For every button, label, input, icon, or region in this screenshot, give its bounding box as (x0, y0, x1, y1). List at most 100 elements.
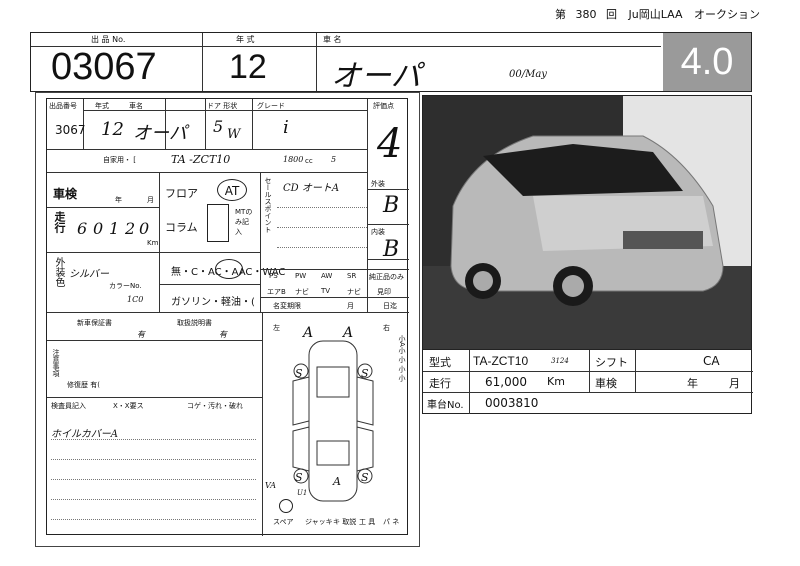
car-diagram (292, 340, 374, 502)
mark-s-1: S (295, 367, 303, 380)
specs-table: 型式 TA-ZCT10 3124 シフト CA 走行 61,000 Km 車検 … (422, 350, 753, 414)
inspection-month-unit: 月 (147, 196, 154, 204)
auction-sheet: { "header": { "dai": "第", "session_numbe… (0, 0, 800, 566)
spec-shift-label: シフト (595, 356, 628, 369)
private-label: 自家用・ [ (103, 156, 136, 164)
color-value: シルバー (69, 269, 109, 280)
model-value: オーパ (331, 59, 421, 94)
option-aw: AW (321, 272, 333, 280)
tool-jack: ジャッキ (305, 518, 333, 526)
warranty-label: 新車保証書 (77, 319, 112, 327)
spec-mileage-unit: Km (547, 375, 565, 388)
mt-box (207, 204, 229, 242)
grade-box: 4.0 (663, 33, 751, 91)
score-value: 4 (377, 121, 403, 167)
manual-value: 有 (219, 330, 227, 339)
mileage-label: 走行 (53, 211, 66, 233)
color-label: 外装色 (53, 257, 64, 287)
warranty-value: 有 (137, 330, 145, 339)
mt-note: MTのみ記入 (235, 208, 253, 236)
inspector-label: 検査員記入 (51, 402, 86, 410)
manual-label: 取扱説明書 (177, 319, 212, 327)
header-kai: 回 (606, 8, 618, 21)
car-photo-drawing (423, 96, 751, 349)
inspection-label: 車検 (53, 187, 78, 201)
shift-circled: AT (217, 179, 247, 201)
option-ps: PS (269, 272, 278, 280)
option-sr: SR (347, 272, 357, 280)
sheet-name-label: 車名 (129, 102, 143, 110)
header-session-number: 380 (575, 8, 597, 21)
spec-model-note: 3124 (551, 357, 569, 365)
fuel-label: ガソリン・軽油・( (171, 297, 255, 308)
mileage-digit-4: 2 (125, 219, 136, 238)
spec-inspection-year: 年 (687, 377, 698, 390)
tool-tools: 工 具 (359, 518, 376, 526)
inspector-legend: X・X要ス (113, 402, 144, 410)
name-change-label: 名変期限 (273, 302, 301, 310)
color-code-value: 1C0 (127, 295, 144, 304)
mark-a-left: A (303, 325, 314, 341)
sheet-door-label: ドア 形状 (207, 102, 238, 110)
sheet-body-value: W (227, 127, 241, 142)
floor-label: フロア (165, 187, 198, 200)
sales-label: セールスポイント (264, 177, 272, 233)
grade-value: 4.0 (680, 41, 734, 83)
mark-va: VA (265, 481, 277, 490)
option2-navi: ナビ (295, 288, 309, 296)
mileage-digit-1: 6 (77, 219, 88, 238)
lot-number: 03067 (51, 46, 157, 88)
spec-chassis-label: 車台No. (427, 400, 464, 411)
sheet-year-label: 年式 (95, 102, 109, 110)
int-value: B (383, 237, 400, 262)
mark-s-4: S (361, 471, 369, 484)
displacement-unit: cc (305, 157, 313, 165)
sheet-grade-value: i (283, 117, 289, 138)
option2-navi-2: ナビ (347, 288, 361, 296)
header-dai: 第 (555, 8, 567, 21)
ext-value: B (383, 193, 400, 218)
sheet-door-value: 5 (213, 117, 224, 136)
tool-manual: キ 取説 (333, 518, 357, 526)
sheet-grade-label: グレード (257, 102, 285, 110)
color-code-label: カラーNo. (109, 282, 142, 290)
spec-mileage-value: 61,000 (485, 375, 527, 389)
option-pw: PW (295, 272, 307, 280)
column-label: コラム (165, 221, 198, 234)
score-label: 評価点 (373, 102, 394, 110)
sheet-name-value: オーパ (133, 123, 187, 144)
tool-circle (279, 499, 293, 513)
mark-s-3: S (295, 471, 303, 484)
year-label: 年 式 (236, 35, 255, 44)
sheet-year-value: 12 (101, 119, 124, 140)
sheet-lot-label: 出品番号 (49, 102, 77, 110)
sales-value: CD オートA (283, 183, 340, 194)
mileage-unit: Km (147, 239, 159, 247)
equipment-circle (215, 259, 243, 279)
top-row: 出 品 No. 03067 年 式 12 車 名 オーパ 00/May 4.0 (30, 32, 752, 94)
mileage-digit-3: 1 (109, 219, 120, 238)
damage-legend: コゲ・汚れ・破れ (187, 402, 243, 410)
displacement-value: 1800 (283, 155, 304, 164)
notes-label: 注意事項 (52, 349, 60, 377)
spec-chassis-value: 0003810 (485, 396, 539, 410)
tool-spare: スペア (273, 518, 294, 526)
model-code-value: TA -ZCT10 (171, 153, 231, 166)
ext-label: 外装 (371, 180, 385, 188)
vertical-legend: 小A小 小 小 小 (398, 335, 406, 382)
spec-model-label: 型式 (429, 356, 451, 369)
spec-shift-value: CA (703, 354, 720, 368)
model-label: 車 名 (323, 35, 342, 44)
handwritten-date: 00/May (509, 69, 547, 80)
spec-model-value: TA-ZCT10 (473, 354, 529, 368)
car-photo (422, 95, 752, 350)
spec-inspection-month: 月 (729, 377, 740, 390)
seats-value: 5 (331, 155, 337, 164)
header-line: 第 380 回 Ju岡山LAA オークション (555, 6, 760, 22)
deadline-month: 月 (347, 302, 354, 310)
int-label: 内装 (371, 228, 385, 236)
mileage-digit-5: 0 (139, 219, 150, 238)
mark-u1: U1 (297, 489, 308, 497)
tool-panel: パ ネ (383, 518, 400, 526)
inspector-note: ホイルカバーA (51, 429, 118, 440)
